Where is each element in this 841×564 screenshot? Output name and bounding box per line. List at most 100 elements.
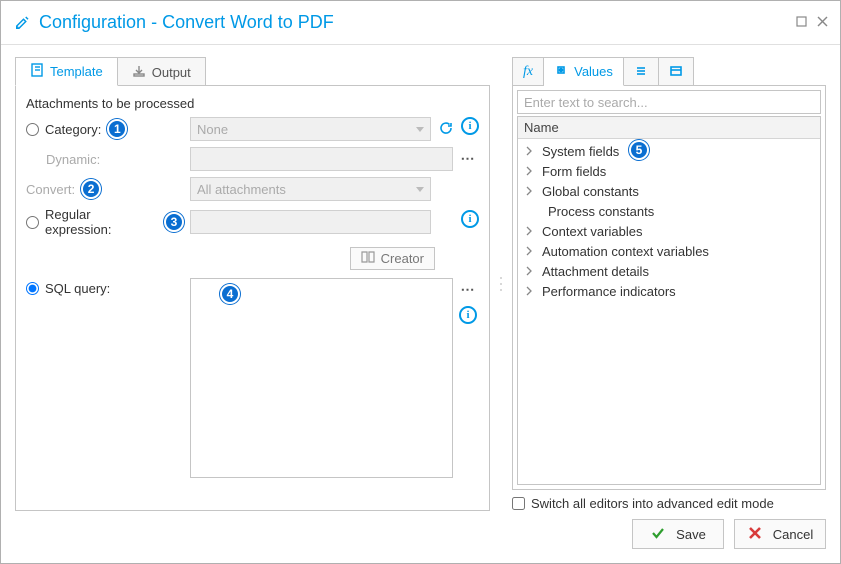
sql-label: SQL query: <box>45 281 110 296</box>
window-controls <box>796 15 828 30</box>
values-tab-body: Enter text to search... Name System fiel… <box>512 85 826 490</box>
tree-item-system-fields[interactable]: System fields <box>518 141 820 161</box>
row-dynamic: Dynamic: ⋯ <box>26 147 479 171</box>
tab-output[interactable]: Output <box>118 57 206 86</box>
tree-item-form-fields[interactable]: Form fields <box>518 161 820 181</box>
dynamic-field-col: ⋯ <box>190 147 479 171</box>
expand-icon[interactable] <box>522 244 536 258</box>
dialog-footer: Save Cancel <box>1 515 840 563</box>
dynamic-label-col: Dynamic: <box>26 152 184 167</box>
tree-item-global-constants[interactable]: Global constants <box>518 181 820 201</box>
convert-combo[interactable]: All attachments <box>190 177 431 201</box>
info-icon[interactable]: i <box>461 210 479 228</box>
tab-values-label: Values <box>574 64 613 79</box>
refresh-icon[interactable] <box>435 117 457 139</box>
sql-textarea[interactable] <box>190 278 453 478</box>
tree-item-performance[interactable]: Performance indicators <box>518 281 820 301</box>
convert-combo-value: All attachments <box>197 182 286 197</box>
tab-template[interactable]: Template <box>15 57 118 86</box>
sql-radio[interactable] <box>26 282 39 295</box>
splitter-handle[interactable] <box>498 57 504 511</box>
expand-icon[interactable] <box>522 264 536 278</box>
tree-item-label: Attachment details <box>542 264 649 279</box>
wrench-icon <box>13 14 31 32</box>
close-icon[interactable] <box>817 15 828 30</box>
tree-item-context-variables[interactable]: Context variables <box>518 221 820 241</box>
save-button[interactable]: Save <box>632 519 724 549</box>
advanced-mode-checkbox[interactable] <box>512 497 525 510</box>
tree-item-attachment-details[interactable]: Attachment details <box>518 261 820 281</box>
expand-icon[interactable] <box>522 184 536 198</box>
expand-icon[interactable] <box>522 284 536 298</box>
tree-item-label: Form fields <box>542 164 606 179</box>
tree-body: System fields Form fields Global constan… <box>518 139 820 484</box>
category-radio[interactable] <box>26 123 39 136</box>
category-label: Category: <box>45 122 101 137</box>
regex-label: Regular expression: <box>45 207 158 237</box>
tree-item-automation-context[interactable]: Automation context variables <box>518 241 820 261</box>
cancel-icon <box>747 525 763 544</box>
search-placeholder: Enter text to search... <box>524 95 648 110</box>
tree-item-label: Global constants <box>542 184 639 199</box>
convert-label: Convert: <box>26 182 75 197</box>
info-icon[interactable]: i <box>459 306 477 324</box>
tree-item-process-constants[interactable]: · Process constants <box>518 201 820 221</box>
info-icon[interactable]: i <box>461 117 479 135</box>
template-icon <box>30 63 44 80</box>
dialog-title: Configuration - Convert Word to PDF <box>39 12 334 33</box>
expand-icon[interactable] <box>522 144 536 158</box>
category-combo[interactable]: None <box>190 117 431 141</box>
tab-values[interactable]: Values <box>544 57 624 86</box>
regex-input[interactable] <box>190 210 431 234</box>
chevron-down-icon <box>416 187 424 192</box>
ellipsis-icon[interactable]: ⋯ <box>457 278 479 300</box>
cancel-button[interactable]: Cancel <box>734 519 826 549</box>
titlebar: Configuration - Convert Word to PDF <box>1 1 840 45</box>
cancel-button-label: Cancel <box>773 527 813 542</box>
expand-icon[interactable] <box>522 224 536 238</box>
maximize-icon[interactable] <box>796 15 807 30</box>
regex-radio[interactable] <box>26 216 39 229</box>
output-icon <box>132 64 146 81</box>
template-tab-body: Attachments to be processed Category: 1 … <box>15 85 490 511</box>
tree-header[interactable]: Name <box>518 117 820 139</box>
tree-search-input[interactable]: Enter text to search... <box>517 90 821 114</box>
section-attachments-header: Attachments to be processed <box>26 96 479 111</box>
regex-field-col: i <box>190 210 479 234</box>
tree-panel: Name System fields Form fields <box>517 116 821 485</box>
sql-field-col: ⋯ i 4 <box>190 278 479 478</box>
tab-form[interactable] <box>659 57 694 86</box>
annotation-badge-1: 1 <box>107 119 127 139</box>
tree-header-label: Name <box>524 120 559 135</box>
convert-field-col: All attachments <box>190 177 479 201</box>
book-icon <box>361 251 375 266</box>
save-button-label: Save <box>676 527 706 542</box>
tree-item-label: Context variables <box>542 224 642 239</box>
list-icon <box>634 64 648 81</box>
dialog-content: Template Output Attachments to be proces… <box>1 45 840 515</box>
annotation-badge-3: 3 <box>164 212 184 232</box>
expand-icon[interactable] <box>522 164 536 178</box>
tab-template-label: Template <box>50 64 103 79</box>
left-pane: Template Output Attachments to be proces… <box>15 57 490 511</box>
right-pane: fx Values <box>512 57 826 511</box>
convert-label-col: Convert: 2 <box>26 179 184 199</box>
creator-button[interactable]: Creator <box>350 247 435 270</box>
annotation-badge-2: 2 <box>81 179 101 199</box>
tree-item-label: System fields <box>542 144 619 159</box>
annotation-badge-4: 4 <box>220 284 240 304</box>
form-icon <box>669 64 683 81</box>
dynamic-input[interactable] <box>190 147 453 171</box>
tab-fx[interactable]: fx <box>512 57 544 86</box>
tree-item-label: Process constants <box>542 204 654 219</box>
ellipsis-icon[interactable]: ⋯ <box>457 147 479 169</box>
category-field-col: None i <box>190 117 479 141</box>
annotation-badge-5: 5 <box>629 140 649 160</box>
tree-item-label: Automation context variables <box>542 244 709 259</box>
chevron-down-icon <box>416 127 424 132</box>
check-icon <box>650 525 666 544</box>
right-tabs: fx Values <box>512 57 826 86</box>
category-combo-value: None <box>197 122 228 137</box>
tab-list[interactable] <box>624 57 659 86</box>
sql-label-col: SQL query: <box>26 278 184 296</box>
